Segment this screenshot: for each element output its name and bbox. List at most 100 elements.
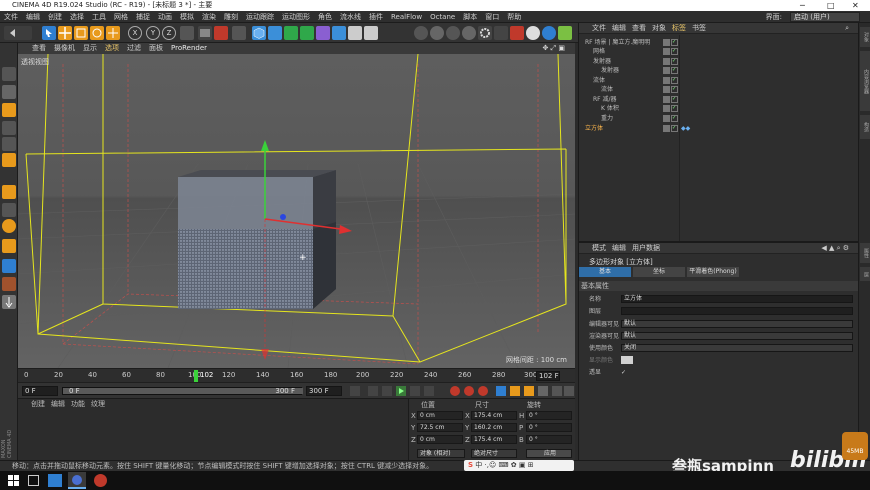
position-z-field[interactable]: 0 cm (417, 435, 463, 444)
coord-mode-dropdown[interactable]: 对象 (相对) (417, 449, 465, 458)
am-menu-userdata[interactable]: 用户数据 (629, 244, 663, 252)
octane-render-icon[interactable] (558, 26, 572, 40)
tab-objects-vertical[interactable]: 对象 (860, 27, 870, 47)
next-frame-icon[interactable] (410, 386, 420, 396)
menu-mesh[interactable]: 网格 (110, 13, 132, 21)
menu-edit[interactable]: 编辑 (22, 13, 44, 21)
object-row[interactable]: 重力 ✓ (579, 114, 859, 123)
menu-file[interactable]: 文件 (0, 13, 22, 21)
key-param-icon[interactable] (538, 386, 548, 396)
position-y-field[interactable]: 72.5 cm (417, 423, 463, 432)
am-menu-mode[interactable]: 模式 (589, 244, 609, 252)
octane-sphere-icon[interactable] (462, 26, 476, 40)
sculpt-icon[interactable] (2, 277, 16, 291)
snap-icon[interactable] (2, 219, 16, 233)
timeline-ruler[interactable]: 0 20 40 60 80 100 120 140 160 180 200 22… (18, 368, 575, 382)
menu-character[interactable]: 角色 (314, 13, 336, 21)
menu-mograph[interactable]: 运动图形 (278, 13, 314, 21)
cinema4d-taskbar-icon[interactable] (68, 472, 86, 489)
layer-field[interactable] (621, 307, 853, 315)
menu-window[interactable]: 窗口 (481, 13, 503, 21)
am-menu-edit[interactable]: 编辑 (609, 244, 629, 252)
x-axis-lock[interactable]: X (128, 26, 142, 40)
points-mode-icon[interactable] (2, 121, 16, 135)
model-mode-icon[interactable] (2, 67, 16, 81)
undo-icon[interactable] (4, 26, 32, 40)
mat-menu-function[interactable]: 功能 (68, 400, 88, 408)
vp-menu-view[interactable]: 查看 (28, 44, 50, 52)
menu-motion-tracking[interactable]: 运动跟踪 (242, 13, 278, 21)
prev-key-icon[interactable] (368, 386, 378, 396)
object-row[interactable]: RF 场景 | 魔立方.魔明明 ✓ (579, 38, 859, 47)
autokey-icon[interactable] (464, 386, 474, 396)
task-view-icon[interactable] (28, 475, 39, 486)
texture-mode-icon[interactable] (2, 85, 16, 99)
windows-start-icon[interactable] (8, 475, 19, 486)
recorder-taskbar-icon[interactable] (94, 474, 107, 487)
recent-tool-icon[interactable] (106, 26, 120, 40)
key-scale-icon[interactable] (510, 386, 520, 396)
use-color-dropdown[interactable]: 关闭 (621, 344, 853, 352)
gear-icon[interactable] (478, 26, 492, 40)
viewport-nav-icons[interactable]: ✥ ⤢ ▣ (538, 43, 569, 54)
object-row[interactable]: 发射器 ✓ (579, 57, 859, 66)
om-menu-edit[interactable]: 编辑 (609, 24, 629, 32)
apply-button[interactable]: 应用 (526, 449, 572, 458)
render-view-icon[interactable] (198, 26, 212, 40)
editor-visible-dropdown[interactable]: 默认 (621, 320, 853, 328)
vp-menu-filter[interactable]: 过滤 (123, 44, 145, 52)
tab-structure-vertical[interactable]: 构造 (860, 115, 870, 139)
record-icon[interactable] (450, 386, 460, 396)
render-settings-icon[interactable] (232, 26, 246, 40)
workplane-icon[interactable] (2, 103, 16, 117)
layout-dropdown[interactable]: 启动 (用户) (790, 12, 860, 22)
vp-menu-display[interactable]: 显示 (79, 44, 101, 52)
tab-attributes-vertical[interactable]: 属性 (860, 243, 870, 263)
goto-end-icon[interactable] (424, 386, 434, 396)
key-rotation-icon[interactable] (524, 386, 534, 396)
select-tool-icon[interactable] (42, 26, 56, 40)
renderer-visible-dropdown[interactable]: 默认 (621, 332, 853, 340)
floor-icon[interactable] (332, 26, 346, 40)
key-position-icon[interactable] (496, 386, 506, 396)
camera-icon[interactable] (348, 26, 362, 40)
tab-basic[interactable]: 基本 (579, 267, 631, 277)
octane-settings-icon[interactable] (430, 26, 444, 40)
object-row[interactable]: 流体 ✓ (579, 85, 859, 94)
vp-menu-options[interactable]: 选项 (101, 44, 123, 52)
tag-icon[interactable]: ◆◆ (681, 124, 690, 133)
maximize-button[interactable]: □ (827, 0, 835, 11)
octane-object-icon[interactable] (494, 26, 508, 40)
octane-light-icon[interactable] (526, 26, 540, 40)
nav-arrows-icon[interactable]: ◀ ▲ ⌕ ⚙ (818, 243, 852, 254)
goto-start-icon[interactable] (350, 386, 360, 396)
rotation-h-field[interactable]: 0 ° (526, 411, 572, 420)
size-mode-dropdown[interactable]: 绝对尺寸 (471, 449, 517, 458)
mat-menu-edit[interactable]: 编辑 (48, 400, 68, 408)
object-row[interactable]: 网格 ✓ (579, 47, 859, 56)
octane-material-icon[interactable] (446, 26, 460, 40)
minimize-button[interactable]: ─ (800, 0, 805, 11)
current-frame-field[interactable]: 102 F (536, 371, 560, 381)
om-menu-view[interactable]: 查看 (629, 24, 649, 32)
3d-viewport[interactable]: + 透视视图 网格间距 : 100 cm (18, 54, 575, 368)
y-axis-lock[interactable]: Y (146, 26, 160, 40)
pen-spline-icon[interactable] (268, 26, 282, 40)
cube-primitive-icon[interactable] (252, 26, 266, 40)
enable-axis-icon[interactable] (2, 185, 16, 199)
close-button[interactable]: ✕ (852, 0, 859, 11)
object-row[interactable]: RF 减/器 ✓ (579, 95, 859, 104)
rotate-tool-icon[interactable] (90, 26, 104, 40)
down-arrow-icon[interactable] (2, 295, 16, 309)
om-menu-objects[interactable]: 对象 (649, 24, 669, 32)
name-field[interactable]: 立方体 (621, 295, 853, 303)
rotation-p-field[interactable]: 0 ° (526, 423, 572, 432)
edge-browser-icon[interactable] (48, 474, 62, 487)
menu-script[interactable]: 脚本 (459, 13, 481, 21)
size-y-field[interactable]: 160.2 cm (471, 423, 517, 432)
tweak-mode-icon[interactable] (2, 203, 16, 217)
vp-menu-cameras[interactable]: 摄像机 (50, 44, 79, 52)
octane-camera-icon[interactable] (510, 26, 524, 40)
subdivision-surface-icon[interactable] (284, 26, 298, 40)
size-x-field[interactable]: 175.4 cm (471, 411, 517, 420)
